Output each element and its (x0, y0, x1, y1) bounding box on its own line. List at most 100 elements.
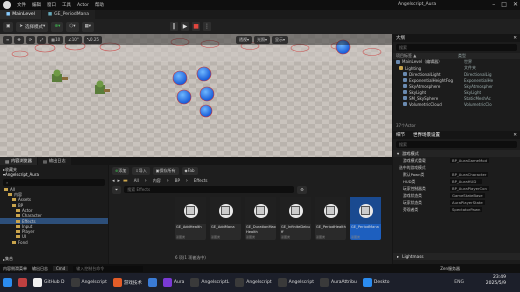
step-button[interactable]: ▶ (181, 22, 190, 31)
collections-header[interactable]: ▸ 集合 (3, 256, 13, 262)
viewport-options-button[interactable]: ≡ (3, 35, 13, 44)
asset-tile[interactable]: GE_PeriodMana 蓝图类 (350, 197, 381, 240)
asset-tile[interactable]: GE_AddMana 蓝图类 (210, 197, 241, 240)
show-flags-button[interactable]: 显示 ▾ (271, 35, 288, 44)
import-button[interactable]: ⇩ 导入 (132, 166, 150, 175)
level-viewport[interactable] (0, 34, 392, 157)
folder-search-input[interactable]: ⌕ (3, 178, 105, 186)
breadcrumb-effects[interactable]: Effects (191, 177, 211, 185)
taskbar-app[interactable]: AuraAttribu (317, 276, 360, 290)
outliner-row[interactable]: VolumetricCloud VolumetricClo (393, 101, 520, 107)
lit-mode-button[interactable]: 光照 ▾ (253, 35, 270, 44)
details-row-value[interactable]: BP_AuraHUD (450, 179, 482, 184)
details-row-value[interactable]: BP_AuraPlayerCon (450, 186, 489, 191)
breadcrumb-bp[interactable]: BP (172, 177, 183, 185)
details-search-input[interactable]: 搜索 (396, 141, 517, 148)
add-button[interactable]: ⊕ 添加 (112, 166, 130, 175)
taskbar-app-label: 游戏技术 (123, 280, 142, 286)
asset-tile[interactable]: GE_InfiniteDebuff 蓝图类 (280, 197, 311, 240)
close-icon[interactable]: ✕ (513, 1, 518, 8)
perspective-button[interactable]: 透视 ▾ (235, 35, 252, 44)
asset-tile[interactable]: GE_AddHealth 蓝图类 (175, 197, 206, 240)
section-lightmass[interactable]: ▸ Lightmass (393, 253, 520, 260)
mode-select[interactable]: ➤ 选择模式 ▾ (16, 21, 49, 32)
tab-details[interactable]: 细节 (396, 132, 405, 138)
taskbar-app[interactable]: GitHub D (30, 276, 68, 290)
tab-mainlevel[interactable]: ■ MainLevel (0, 10, 41, 19)
details-row-value[interactable]: GameStateBase (450, 193, 485, 198)
more-play-options-icon[interactable]: ⋮ (203, 22, 212, 31)
cmd-select[interactable]: Cmd (53, 266, 69, 271)
system-clock[interactable]: 23:49 2025/5/9 (486, 275, 506, 287)
taskbar-app[interactable]: 游戏技术 (110, 276, 145, 290)
back-icon[interactable]: ◂ (112, 178, 115, 184)
fab-button[interactable]: ◆ Fab (181, 166, 198, 175)
settings-button[interactable]: ⚙ (297, 185, 307, 194)
taskbar-app[interactable]: Aura (160, 276, 188, 290)
menu-window[interactable]: 窗口 (44, 2, 59, 8)
menu-file[interactable]: 文件 (14, 2, 29, 8)
maximize-icon[interactable]: □ (501, 1, 507, 8)
menu-edit[interactable]: 编辑 (29, 2, 44, 8)
breadcrumb-all[interactable]: All (131, 177, 142, 185)
tab-output-log[interactable]: ▤ 输出日志 (37, 157, 71, 165)
tab-world-settings[interactable]: 世界场景设置 (413, 132, 440, 138)
pause-button[interactable]: ‖ (170, 22, 179, 31)
taskbar-app[interactable] (145, 276, 160, 290)
forward-icon[interactable]: ▸ (118, 178, 121, 184)
add-actor-button[interactable]: ⊕▾ (51, 21, 64, 32)
taskbar-app[interactable]: AngelscriptL (187, 276, 232, 290)
grid-snap-button[interactable]: ▦ 10 (48, 35, 64, 44)
transform-move-icon[interactable]: ✥ (14, 35, 24, 44)
project-header[interactable]: ▾ Angelscript_Aura (0, 172, 108, 177)
breadcrumb-content[interactable]: 内容 (150, 177, 164, 185)
stop-button[interactable]: ■ (192, 22, 201, 31)
transform-scale-icon[interactable]: ⤢ (37, 35, 47, 44)
details-row-value[interactable]: AuraPlayerState (450, 200, 485, 205)
console-input[interactable]: 输入控制台命令 (73, 265, 144, 272)
blueprint-icon: ■ (47, 12, 53, 17)
start-button[interactable] (0, 276, 15, 290)
zen-server-status[interactable]: Zen服务器 (440, 266, 460, 272)
outliner-row-type: ExponentialHe (464, 77, 494, 83)
filter-button[interactable]: ⏷ (112, 185, 122, 194)
details-row-value[interactable]: BP_AuraCharacter (450, 172, 489, 177)
menu-help[interactable]: 帮助 (92, 2, 107, 8)
tab-ge-periodmana[interactable]: ■ GE_PeriodMana (41, 10, 96, 19)
taskbar-app[interactable]: Angelscript (275, 276, 317, 290)
output-log-button[interactable]: 输出日志 (32, 266, 48, 272)
asset-search-input[interactable]: 搜索 Effects (124, 186, 295, 193)
asset-tile[interactable]: GE_DurationMaxHealth 蓝图类 (245, 197, 276, 240)
menu-tools[interactable]: 工具 (59, 2, 74, 8)
menu-actor[interactable]: Actor (74, 3, 92, 8)
close-panel-icon[interactable]: ✕ (513, 133, 517, 138)
details-row-value[interactable]: SpectatorPawn (450, 207, 483, 212)
transform-rotate-icon[interactable]: ⟳ (25, 35, 36, 44)
taskbar-app[interactable] (15, 276, 30, 290)
asset-tile[interactable]: GE_PeriodHealth 蓝图类 (315, 197, 346, 240)
outliner-search-input[interactable]: 搜索 (396, 44, 517, 51)
close-panel-icon[interactable]: ✕ (513, 36, 517, 41)
taskbar-app[interactable]: Angelscript (68, 276, 110, 290)
folder-item[interactable]: Fond (0, 240, 108, 245)
language-indicator[interactable]: ENG (454, 280, 464, 285)
minimize-icon[interactable]: – (492, 1, 495, 8)
section-game-mode[interactable]: ▾ 游戏模式 (393, 150, 520, 157)
details-row-value[interactable]: BP_AuraGameMod (450, 158, 489, 163)
taskbar-app[interactable]: Angelscript (232, 276, 274, 290)
save-all-button[interactable]: ▣ 保存所有 (152, 166, 179, 175)
angle-snap-button[interactable]: ∠ 10° (65, 35, 82, 44)
content-drawer-button[interactable]: 内容侧滑菜单 (3, 266, 27, 272)
tab-content-browser[interactable]: ▤ 内容浏览器 (0, 157, 37, 165)
windows-start-icon (3, 278, 12, 287)
outliner-row-type: VolumetricClo (464, 101, 492, 107)
app-icon (112, 278, 122, 287)
taskbar-app[interactable]: Deskto (360, 276, 393, 290)
actor-icon (396, 60, 400, 64)
blueprint-button[interactable]: ⬡▾ (66, 21, 79, 32)
folder-icon (16, 224, 20, 228)
scale-snap-button[interactable]: ⤡ 0.25 (83, 35, 102, 44)
cinematics-button[interactable]: ▦▾ (81, 21, 95, 32)
folder-tree: All 内容 Assets BP Actor Character Effects Input P… (0, 187, 108, 245)
save-button[interactable]: ▣ (3, 21, 14, 32)
